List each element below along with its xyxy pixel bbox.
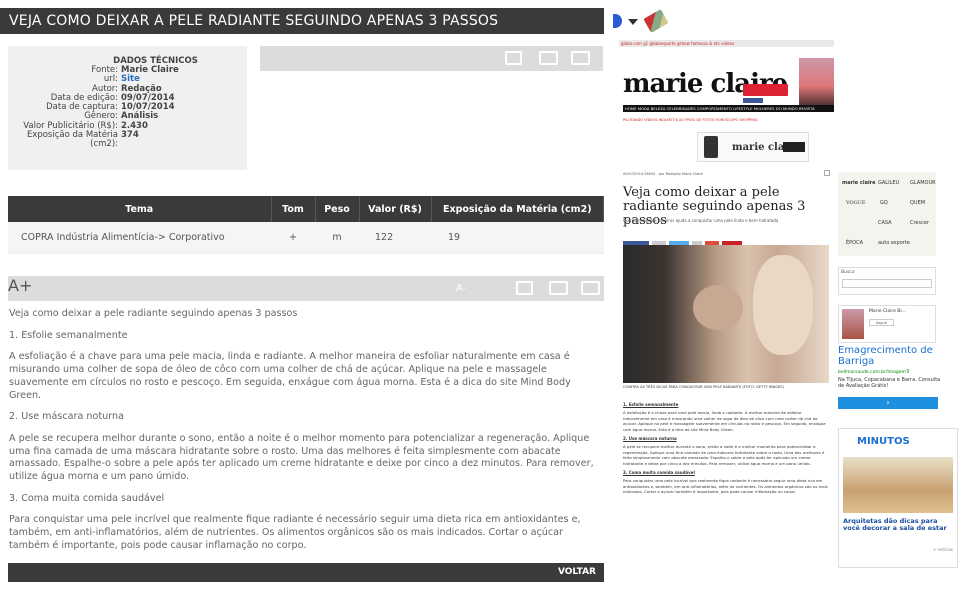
brand-logo: ÉPOCA [846,240,864,246]
photo-face [753,255,813,355]
theme-table: Tema Tom Peso Valor (R$) Exposição da Ma… [8,196,604,254]
eraser-icon[interactable] [643,9,669,33]
clip-section-heading: 2. Use máscara noturna [623,436,677,442]
tech-value: 374 [121,130,139,141]
tablet-icon [704,136,718,158]
column-header: Valor (R$) [359,196,432,222]
brand-logo: GLAMOUR [910,180,936,186]
ad-arrow-button[interactable]: › [838,397,938,409]
decrease-font-button[interactable]: A- [456,283,466,294]
clip-paragraph: A pele se recupera melhor durante o sono… [623,444,825,466]
column-header: Exposição da Matéria (cm2) [431,196,604,222]
back-arrow-icon[interactable] [613,14,622,28]
brand-logo: GALILEU [878,180,900,186]
column-header: Peso [315,196,360,222]
minutos-heading: MINUTOS [857,436,910,447]
article-paragraph: Para conquistar uma pele incrível que re… [9,514,581,551]
clip-subtitle: Use ingredientes caseiros ajuda a conqui… [623,218,779,223]
clip-subnav: PILOTANDO VÍDEOS INQUIETOS AO PROG DE FO… [623,118,758,122]
article-photo [623,245,829,383]
brand-logo: VOGUE [846,200,866,206]
reading-toolbar: A- A+ [8,276,604,301]
table-cell: 19 [431,222,604,254]
top-actions-toolbar [260,46,603,71]
clip-paragraph: Para conquistar uma pele incrível que re… [623,478,828,495]
tech-label: Exposição da Matéria (cm2): [26,130,118,150]
clip-paragraph: A esfoliação é a chave para uma pele mac… [623,410,826,432]
dropdown-icon[interactable] [628,19,638,25]
article-paragraph: 1. Esfolie semanalmente [9,329,128,341]
brand-logo: CASA [878,220,892,226]
ad-headline[interactable]: Emagrecimento de Barriga [838,345,946,367]
document-icon[interactable] [505,51,522,65]
photo-hand [693,285,743,330]
browser-toolbar [613,9,673,33]
app-banner: marie claire [697,132,809,162]
article-paragraph: 2. Use máscara noturna [9,411,124,423]
app-store-icon [783,142,805,152]
clip-article-text: 1. Esfolie semanalmente A esfoliação é a… [623,398,829,495]
article-paragraph: 3. Coma muita comida saudável [9,492,165,504]
brand-logo: auto esporte [878,240,910,246]
clip-topbar: globo.com g1 globoesporte gshow famosos … [619,40,834,47]
table-cell: + [271,222,315,254]
ad-link[interactable]: bellmarsaude.com.br/ImagemTr [838,370,910,375]
clip-nav: HOME MODA BELEZA CELEBRIDADES COMPORTAME… [623,105,834,112]
avatar [842,309,864,339]
search-label: Busca [841,270,855,275]
print-icon[interactable] [581,281,600,295]
column-header: Tom [271,196,316,222]
clip-sidebar: marie claire GALILEU GLAMOUR VOGUE GQ QU… [836,40,979,603]
article-clipping: globo.com g1 globoesporte gshow famosos … [619,40,834,603]
photo-caption: CONFIRA AS TRÊS DICAS PARA CONQUISTAR UM… [623,385,784,389]
article-paragraph: A esfoliação é a chave para uma pele mac… [9,351,571,401]
page-title: VEJA COMO DEIXAR A PELE RADIANTE SEGUIND… [0,8,604,34]
minutos-widget: MINUTOS Arquitetas dão dicas para você d… [838,428,958,568]
print-icon[interactable] [571,51,590,65]
article-paragraph: Veja como deixar a pele radiante seguind… [9,308,298,319]
brand-logo: marie claire [842,180,876,186]
clip-section-heading: 3. Coma muita comida saudável [623,470,695,476]
social-share-bar [623,232,829,247]
clip-credit: 09/07/2014 08h00 - por Redação Marie Cla… [623,172,703,176]
document-icon[interactable] [516,281,533,295]
clip-topbar-secondary [619,47,834,54]
back-button[interactable]: VOLTAR [558,563,596,582]
clip-section-heading: 1. Esfolie semanalmente [623,402,679,407]
table-row: COPRA Indústria Alimentícia-> Corporativ… [8,222,604,254]
minutos-title[interactable]: Arquitetas dão dicas para você decorar a… [843,518,953,532]
email-icon[interactable] [539,51,558,65]
follow-button[interactable]: Seguir [869,319,894,326]
brands-box: marie claire GALILEU GLAMOUR VOGUE GQ QU… [838,172,936,256]
article-body: Veja como deixar a pele radiante seguind… [9,308,604,562]
technical-data-panel: DADOS TÉCNICOS Fonte: Marie Claire url: Si… [8,46,247,170]
gplus-page-name: Marie Claire Br... [869,309,907,314]
brand-logo: Crescer [910,220,929,226]
technical-data-heading: DADOS TÉCNICOS [113,56,198,66]
brand-logo: QUEM [910,200,926,206]
column-header: Tema [8,196,272,222]
facebook-icon [743,98,763,103]
table-cell: m [315,222,359,254]
google-plus-widget: Marie Claire Br... Seguir [838,305,936,343]
table-cell: 122 [359,222,431,254]
increase-font-button[interactable]: A+ [8,276,32,295]
living-room-photo [843,457,953,513]
search-box: Busca [838,267,936,295]
google-plus-icon [743,84,788,96]
brand-logo: GQ [880,200,888,206]
article-paragraph: A pele se recupera melhor durante o sono… [9,432,594,483]
magazine-cover-image [799,58,834,105]
footer-bar: VOLTAR [8,563,604,582]
ad-description: Na Tijuca, Copacabana e Barra. Consulta … [838,377,941,389]
font-size-icon [824,170,830,176]
email-icon[interactable] [549,281,568,295]
more-news-link[interactable]: + notícias [933,547,953,552]
search-input[interactable] [842,279,932,288]
table-cell: COPRA Indústria Alimentícia-> Corporativ… [8,222,271,254]
